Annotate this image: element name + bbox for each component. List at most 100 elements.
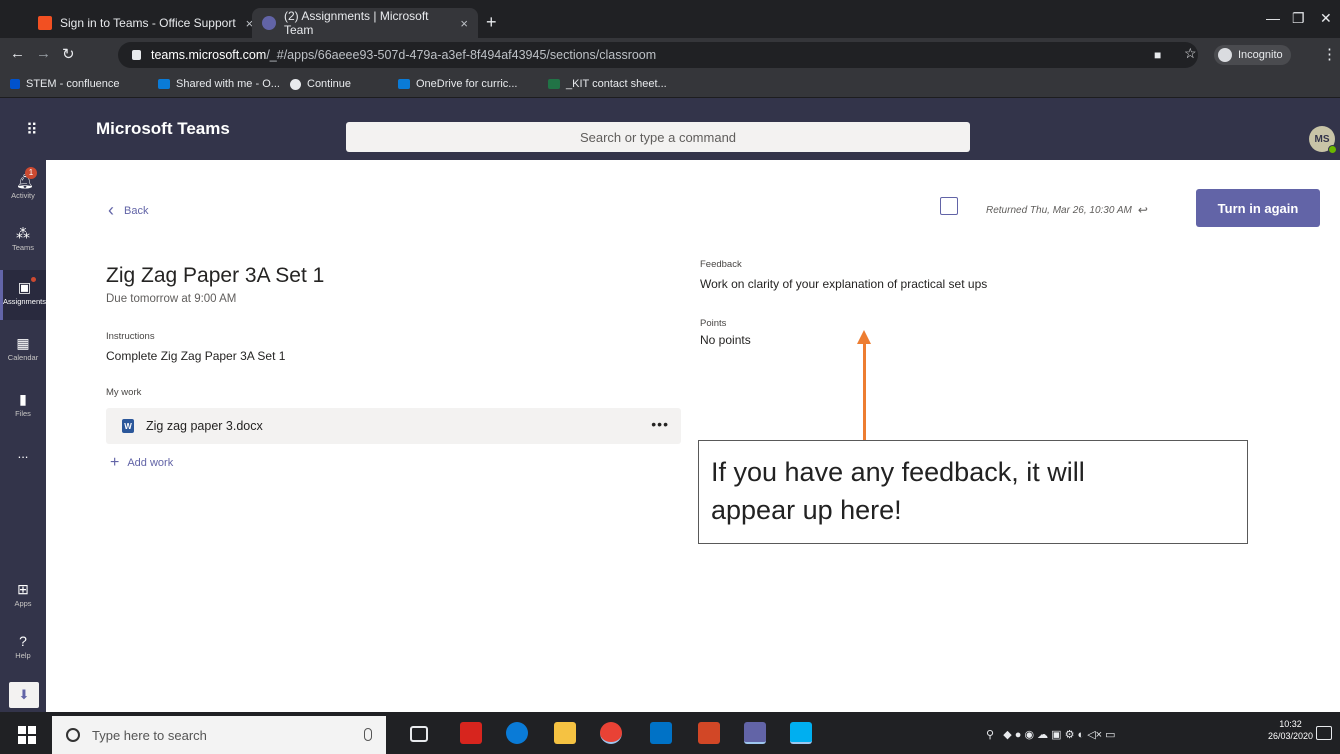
system-tray-icons[interactable]: ⚲ ◆ ● ◉ ☁ ▣ ⚙ ◐ ◁× ▭: [986, 728, 1116, 741]
onedrive-icon: [158, 79, 170, 89]
presence-icon: [1328, 145, 1337, 154]
return-arrow-icon: ↩: [1137, 203, 1148, 217]
rail-label: Activity: [11, 191, 35, 200]
download-app-icon[interactable]: ⬇: [9, 682, 39, 708]
callout-line-2: appear up here!: [711, 495, 902, 525]
command-search-input[interactable]: Search or type a command: [346, 122, 970, 152]
chrome-icon[interactable]: [600, 722, 622, 744]
acrobat-icon[interactable]: [460, 722, 482, 744]
teams-header: ⠿ Microsoft Teams Search or type a comma…: [0, 98, 1340, 160]
tab-label: (2) Assignments | Microsoft Team: [284, 9, 429, 37]
tab-label: Sign in to Teams - Office Support: [60, 16, 236, 30]
star-icon[interactable]: ☆: [1184, 45, 1197, 62]
bookmark-label: Continue: [307, 78, 352, 90]
edge-icon[interactable]: [506, 722, 528, 744]
unread-dot: [31, 277, 36, 282]
rail-item-files[interactable]: ▮ Files: [0, 382, 46, 432]
immersive-reader-icon[interactable]: [940, 197, 958, 215]
windows-start-icon[interactable]: [18, 726, 36, 744]
browser-tab-strip: Sign in to Teams - Office Support × (2) …: [0, 0, 1340, 38]
bookmark-item[interactable]: _KIT contact sheet...: [548, 78, 667, 90]
attached-file[interactable]: W Zig zag paper 3.docx •••: [106, 408, 681, 444]
menu-icon[interactable]: ⋮: [1322, 45, 1337, 63]
points-label: Points: [700, 318, 727, 329]
points-text: No points: [700, 333, 751, 347]
files-icon: ▮: [19, 391, 27, 407]
reload-icon[interactable]: ↻: [62, 45, 75, 63]
notifications-icon[interactable]: [1316, 726, 1332, 740]
add-work-button[interactable]: + Add work: [110, 454, 173, 472]
my-work-label: My work: [106, 387, 142, 398]
tab-sign-in[interactable]: Sign in to Teams - Office Support ×: [28, 8, 263, 38]
bookmark-item[interactable]: OneDrive for curric...: [398, 78, 517, 90]
close-tab-icon[interactable]: ×: [460, 16, 468, 31]
teams-icon: [262, 16, 276, 30]
minimize-icon[interactable]: —: [1266, 10, 1280, 26]
rail-item-calendar[interactable]: ▦ Calendar: [0, 326, 46, 376]
teams-group-icon: ⁂: [16, 225, 30, 241]
incognito-indicator[interactable]: Incognito: [1214, 45, 1291, 65]
rail-label: Files: [15, 409, 31, 418]
assignments-icon: ▣: [17, 279, 32, 295]
excel-icon: [548, 79, 560, 89]
address-bar[interactable]: teams.microsoft.com /_#/apps/66aeee93-50…: [118, 42, 1198, 68]
microphone-icon[interactable]: [364, 728, 372, 741]
instructions-text: Complete Zig Zag Paper 3A Set 1: [106, 349, 286, 363]
feedback-label: Feedback: [700, 259, 742, 270]
lock-icon: [132, 50, 141, 60]
more-options-button[interactable]: •••: [651, 416, 669, 432]
task-view-icon[interactable]: [410, 726, 428, 742]
back-arrow-icon[interactable]: ←: [10, 45, 25, 62]
more-label: ...: [17, 446, 29, 461]
rail-label: Teams: [11, 243, 35, 252]
rail-item-activity[interactable]: 🔔︎ 1 Activity: [0, 164, 46, 214]
rail-label: Apps: [14, 599, 32, 608]
bookmark-label: Shared with me - O...: [176, 78, 280, 90]
activity-badge: 1: [25, 167, 37, 179]
outlook-icon[interactable]: [650, 722, 672, 744]
rail-item-help[interactable]: ? Help: [0, 624, 46, 674]
office-icon: [38, 16, 52, 30]
app-launcher-icon[interactable]: ⠿: [26, 120, 39, 140]
system-clock[interactable]: 10:32 26/03/2020: [1268, 718, 1313, 742]
teams-taskbar-icon[interactable]: [744, 722, 766, 744]
word-doc-icon: W: [122, 419, 134, 433]
more-apps-button[interactable]: ...: [0, 446, 46, 496]
powerpoint-icon[interactable]: [698, 722, 720, 744]
avatar[interactable]: MS: [1309, 126, 1337, 154]
close-window-icon[interactable]: ✕: [1320, 10, 1332, 27]
forward-arrow-icon[interactable]: →: [36, 45, 51, 62]
bookmark-item[interactable]: Continue: [290, 78, 351, 90]
restore-icon[interactable]: ❐: [1292, 10, 1305, 27]
back-button[interactable]: ‹ Back: [108, 200, 148, 221]
file-explorer-icon[interactable]: [554, 722, 576, 744]
taskbar-search-placeholder: Type here to search: [92, 727, 207, 743]
annotation-arrow: [863, 344, 866, 442]
file-name: Zig zag paper 3.docx: [146, 419, 263, 433]
bookmark-item[interactable]: STEM - confluence: [10, 78, 120, 90]
camera-icon[interactable]: ■: [1154, 48, 1161, 62]
rail-label: Assignments: [3, 297, 46, 306]
returned-status: Returned Thu, Mar 26, 10:30 AM ↩: [986, 203, 1148, 217]
tab-assignments[interactable]: (2) Assignments | Microsoft Team ×: [252, 8, 478, 38]
url-host: teams.microsoft.com: [151, 48, 267, 62]
skype-icon[interactable]: [790, 722, 812, 744]
bookmarks-bar: STEM - confluence Shared with me - O... …: [0, 72, 1340, 98]
globe-icon: [290, 78, 301, 90]
rail-label: Calendar: [7, 353, 39, 362]
clock-time: 10:32: [1279, 719, 1302, 729]
new-tab-button[interactable]: +: [486, 12, 497, 33]
rail-item-apps[interactable]: ⊞ Apps: [0, 572, 46, 622]
rail-item-assignments[interactable]: ▣ Assignments: [0, 270, 46, 320]
rail-label: Help: [15, 651, 31, 660]
incognito-icon: [1218, 48, 1232, 62]
calendar-icon: ▦: [16, 335, 30, 351]
taskbar-search-input[interactable]: Type here to search: [52, 716, 386, 754]
avatar-initials: MS: [1314, 133, 1330, 145]
bookmark-item[interactable]: Shared with me - O...: [158, 78, 280, 90]
instructions-label: Instructions: [106, 331, 155, 342]
turn-in-again-button[interactable]: Turn in again: [1196, 189, 1320, 227]
url-path: /_#/apps/66aeee93-507d-479a-a3ef-8f494af…: [266, 48, 657, 62]
rail-item-teams[interactable]: ⁂ Teams: [0, 216, 46, 266]
incognito-label: Incognito: [1238, 49, 1283, 61]
